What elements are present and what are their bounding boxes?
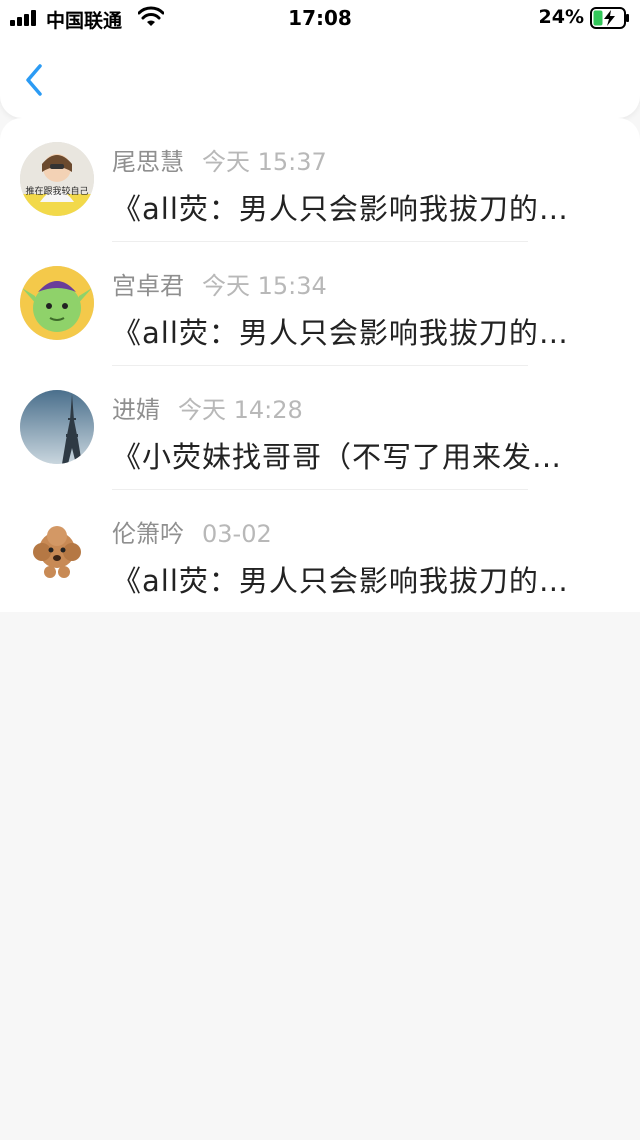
list-item[interactable]: 进婧 今天 14:28 《小荧妹找哥哥（不写了用来发… [0,366,640,490]
girl-photo-avatar: 推在跟我较自己 [20,142,94,216]
green-goblin-avatar [20,266,94,340]
eiffel-tower-avatar [20,390,94,464]
message-preview: 《all荧：男人只会影响我拔刀的… [112,192,569,226]
battery-charging-icon [590,7,629,29]
message-time: 今天 15:34 [202,272,327,300]
message-time: 03-02 [202,520,272,548]
sender-name: 宫卓君 [112,272,184,300]
message-preview: 《小荧妹找哥哥（不写了用来发… [112,440,563,474]
poodle-avatar [20,514,94,588]
svg-text:推在跟我较自己: 推在跟我较自己 [25,185,88,197]
message-list: 推在跟我较自己 尾思慧 今天 15:37 《all荧：男人只会影响我拔刀的… 宫卓… [0,118,640,612]
list-item[interactable]: 推在跟我较自己 尾思慧 今天 15:37 《all荧：男人只会影响我拔刀的… [0,118,640,242]
message-preview: 《all荧：男人只会影响我拔刀的… [112,564,569,598]
message-preview: 《all荧：男人只会影响我拔刀的… [112,316,569,350]
list-item[interactable]: 宫卓君 今天 15:34 《all荧：男人只会影响我拔刀的… [0,242,640,366]
message-time: 今天 15:37 [202,148,327,176]
sender-name: 进婧 [112,396,160,424]
sender-name: 尾思慧 [112,148,184,176]
message-time: 今天 14:28 [178,396,303,424]
status-bar: 中国联通 17:08 24% [0,0,640,36]
sender-name: 伦箫吟 [112,520,184,548]
chevron-left-icon[interactable] [18,60,52,100]
battery-percent: 24% [538,6,584,28]
top-bar: 中国联通 17:08 24% [0,0,640,118]
list-item[interactable]: 伦箫吟 03-02 《all荧：男人只会影响我拔刀的… [0,490,640,614]
